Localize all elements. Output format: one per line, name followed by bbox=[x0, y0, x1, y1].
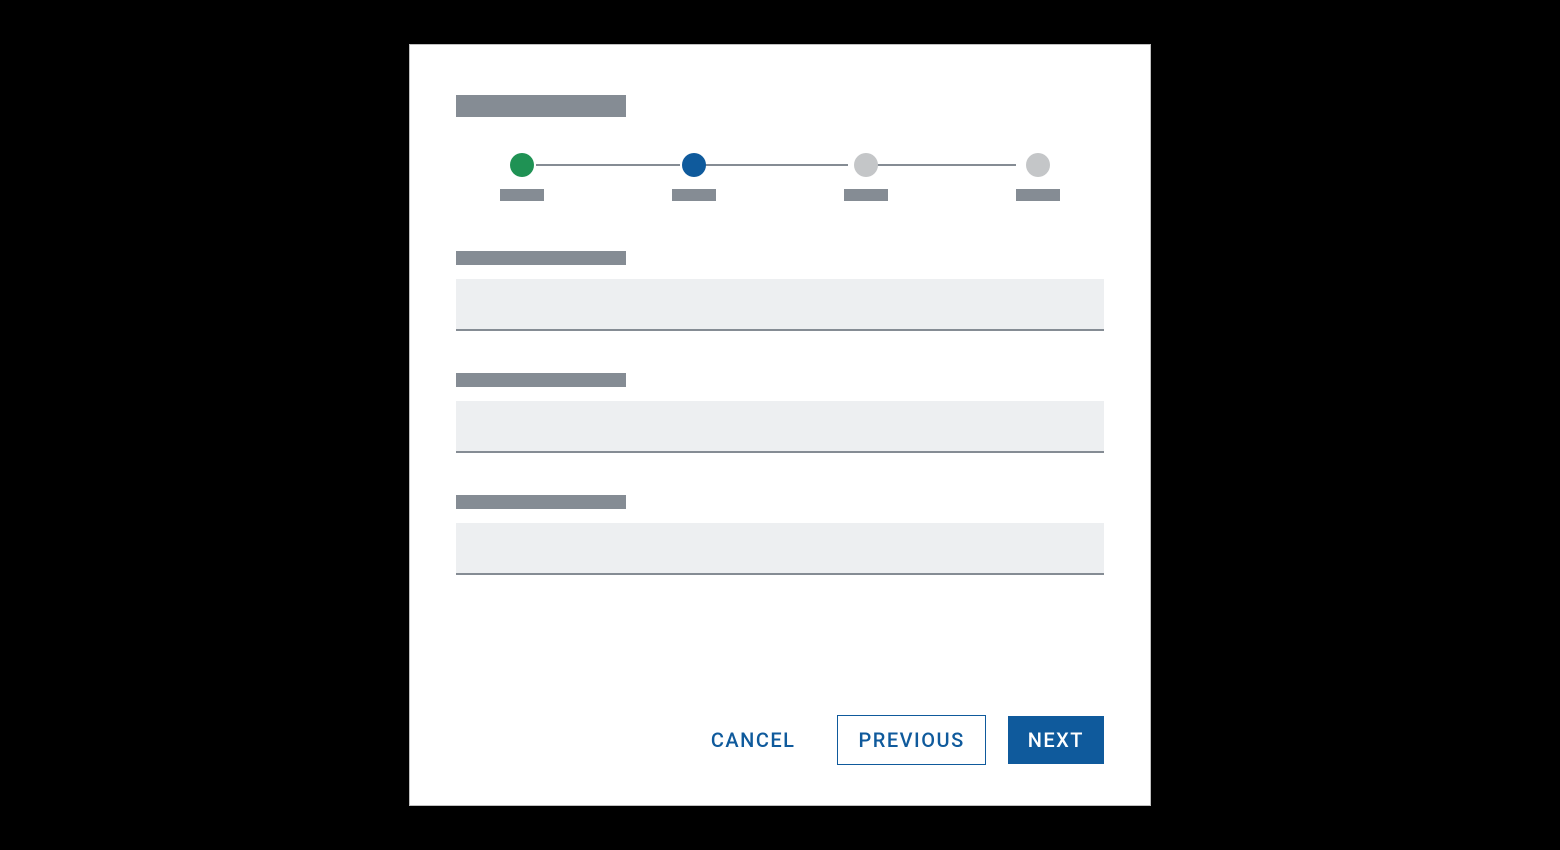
step-current-icon bbox=[682, 153, 706, 177]
cancel-button[interactable]: CANCEL bbox=[691, 716, 816, 764]
step-complete-icon bbox=[510, 153, 534, 177]
form-field-2 bbox=[456, 373, 1104, 453]
step-2[interactable] bbox=[672, 153, 716, 201]
field-input-2[interactable] bbox=[456, 401, 1104, 453]
stepper bbox=[500, 153, 1060, 201]
wizard-dialog: CANCEL PREVIOUS NEXT bbox=[409, 44, 1151, 806]
step-connector bbox=[872, 164, 1016, 166]
step-4[interactable] bbox=[1016, 153, 1060, 201]
step-label bbox=[500, 189, 544, 201]
field-label bbox=[456, 251, 626, 265]
step-connector bbox=[536, 164, 680, 166]
form-field-1 bbox=[456, 251, 1104, 331]
field-input-1[interactable] bbox=[456, 279, 1104, 331]
dialog-actions: CANCEL PREVIOUS NEXT bbox=[456, 715, 1104, 765]
step-label bbox=[672, 189, 716, 201]
step-label bbox=[844, 189, 888, 201]
field-input-3[interactable] bbox=[456, 523, 1104, 575]
dialog-title bbox=[456, 95, 626, 117]
form-field-3 bbox=[456, 495, 1104, 575]
step-upcoming-icon bbox=[854, 153, 878, 177]
next-button[interactable]: NEXT bbox=[1008, 716, 1104, 764]
previous-button[interactable]: PREVIOUS bbox=[837, 715, 985, 765]
step-upcoming-icon bbox=[1026, 153, 1050, 177]
step-1[interactable] bbox=[500, 153, 544, 201]
field-label bbox=[456, 373, 626, 387]
step-3[interactable] bbox=[844, 153, 888, 201]
field-label bbox=[456, 495, 626, 509]
step-label bbox=[1016, 189, 1060, 201]
step-connector bbox=[704, 164, 848, 166]
